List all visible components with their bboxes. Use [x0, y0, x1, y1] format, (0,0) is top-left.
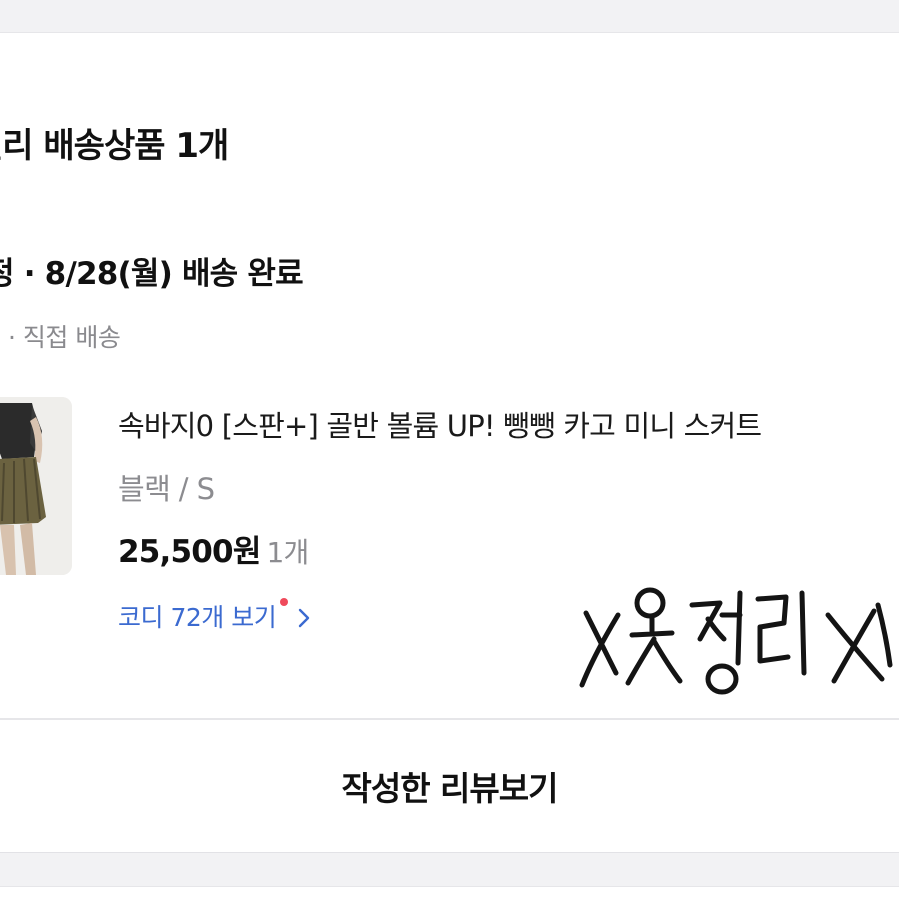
product-name[interactable]: 속바지0 [스판+] 골반 볼륨 UP! 뺑뺑 카고 미니 스커트 [118, 403, 762, 445]
section-title: 일리 배송상품 1개 [0, 126, 229, 166]
delivery-status: 정 · 8/28(월) 배송 완료 [0, 256, 304, 292]
bottom-section-band [0, 852, 899, 901]
price-row: 25,500원 1개 [118, 526, 309, 571]
codi-view-link[interactable]: 코디 72개 보기 [118, 598, 310, 634]
codi-link-label: 코디 72개 보기 [118, 603, 277, 632]
delivery-method: · 직접 배송 [8, 323, 121, 352]
product-photo [0, 397, 72, 575]
chevron-right-icon [298, 605, 310, 634]
product-option: 블랙 / S [118, 472, 215, 506]
product-quantity: 1개 [266, 536, 310, 569]
product-thumbnail[interactable] [0, 397, 72, 575]
top-section-band [0, 0, 899, 33]
handwritten-note-overlay [579, 587, 893, 695]
product-price: 25,500원 [118, 534, 261, 570]
view-my-review-button[interactable]: 작성한 리뷰보기 [0, 720, 899, 852]
new-badge-dot [280, 598, 289, 606]
